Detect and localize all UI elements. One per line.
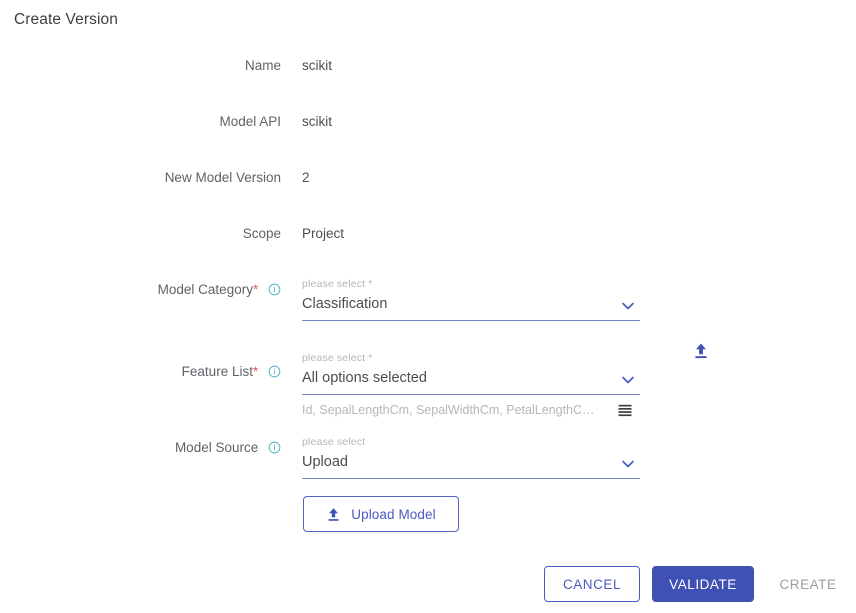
field-label-model-category-text: Model Category [157,282,253,297]
list-icon[interactable] [618,404,632,417]
feature-list-helper: Id, SepalLengthCm, SepalWidthCm, PetalLe… [302,403,640,421]
chevron-down-icon[interactable] [620,374,636,386]
field-value-model-api: scikit [302,114,332,129]
field-label-model-category: Model Category* [158,282,281,297]
upload-model-button-label: Upload Model [351,506,436,522]
field-label-model-source: Model Source [175,440,281,455]
field-label-model-api: Model API [219,114,281,129]
form-row-scope: Scope Project [0,216,856,272]
select-value-feature-list: All options selected [302,370,427,386]
upload-model-button[interactable]: Upload Model [303,496,459,532]
form-row-model-source: Model Source please select Upload [0,430,856,500]
required-asterisk: * [252,282,259,297]
select-float-label-model-category: please select * [302,278,373,290]
info-icon[interactable] [268,365,281,378]
select-feature-list[interactable]: please select * All options selected Id,… [302,352,640,421]
field-label-scope: Scope [242,226,281,241]
select-float-label-model-source: please select [302,436,366,448]
select-control-model-source[interactable]: Upload [302,452,640,479]
form-row-new-model-version: New Model Version 2 [0,160,856,216]
select-control-feature-list[interactable]: All options selected [302,368,640,395]
select-model-category[interactable]: please select * Classification [302,278,640,321]
field-label-new-model-version: New Model Version [164,170,281,185]
cancel-button[interactable]: CANCEL [544,566,640,602]
select-value-model-category: Classification [302,296,388,312]
select-model-source[interactable]: please select Upload [302,436,640,479]
info-icon[interactable] [268,441,281,454]
chevron-down-icon[interactable] [620,458,636,470]
select-control-model-category[interactable]: Classification [302,294,640,321]
upload-icon [326,507,341,522]
form-row-feature-list: Feature List* please select * All option… [0,342,856,430]
page-title: Create Version [14,11,118,28]
form-actions: CANCEL VALIDATE CREATE [0,566,856,606]
required-asterisk: * [252,364,259,379]
validate-button[interactable]: VALIDATE [652,566,754,602]
select-value-model-source: Upload [302,454,348,470]
field-label-feature-list: Feature List* [182,364,281,379]
field-label-name: Name [244,58,281,73]
field-value-name: scikit [302,58,332,73]
field-label-model-source-text: Model Source [174,440,259,455]
create-version-form: Name scikit Model API scikit New Model V… [0,48,856,500]
field-value-scope: Project [302,226,345,241]
form-row-model-category: Model Category* please select * Classifi… [0,272,856,342]
feature-list-helper-text: Id, SepalLengthCm, SepalWidthCm, PetalLe… [302,403,604,417]
chevron-down-icon[interactable] [620,300,636,312]
field-label-feature-list-text: Feature List [181,364,253,379]
info-icon[interactable] [268,283,281,296]
create-button[interactable]: CREATE [766,566,850,602]
form-row-name: Name scikit [0,48,856,104]
upload-icon[interactable] [692,342,710,360]
form-row-model-api: Model API scikit [0,104,856,160]
field-value-new-model-version: 2 [302,170,310,185]
select-float-label-feature-list: please select * [302,352,373,364]
